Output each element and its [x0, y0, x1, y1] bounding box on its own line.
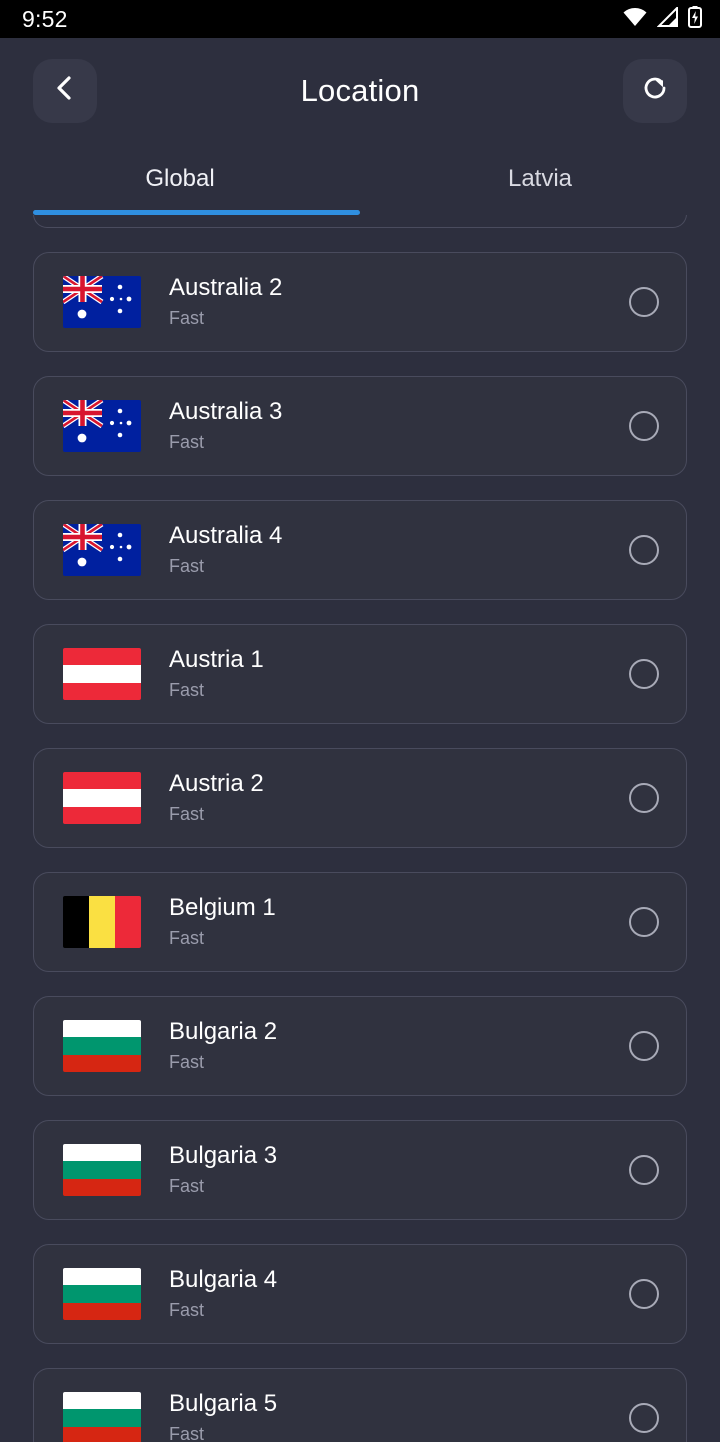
radio-button[interactable] — [629, 1031, 659, 1061]
battery-charging-icon — [688, 5, 702, 33]
refresh-button[interactable] — [623, 58, 687, 123]
list-item-text: Australia 3 Fast — [169, 397, 629, 455]
list-item-status: Fast — [169, 1300, 205, 1320]
chevron-left-icon — [50, 73, 80, 108]
list-item[interactable]: Bulgaria 4 Fast — [33, 1244, 687, 1344]
status-icon-group — [622, 5, 702, 33]
list-item[interactable]: Australia 2 Fast — [33, 252, 687, 352]
list-item-text: Bulgaria 2 Fast — [169, 1017, 629, 1075]
list-item-status: Fast — [169, 1052, 205, 1072]
list-item[interactable]: Australia 4 Fast — [33, 500, 687, 600]
back-button[interactable] — [33, 58, 97, 123]
radio-button[interactable] — [629, 1279, 659, 1309]
list-item-text: Belgium 1 Fast — [169, 893, 629, 951]
list-item-title: Austria 1 — [169, 646, 264, 673]
flag-icon — [63, 772, 141, 824]
list-item-title: Bulgaria 4 — [169, 1266, 278, 1293]
list-item-status: Fast — [169, 804, 205, 824]
radio-button[interactable] — [629, 907, 659, 937]
radio-button[interactable] — [629, 659, 659, 689]
list-item[interactable]: Bulgaria 5 Fast — [33, 1368, 687, 1442]
radio-button[interactable] — [629, 783, 659, 813]
list-item-text: Austria 1 Fast — [169, 645, 629, 703]
list-item[interactable]: Australia 3 Fast — [33, 376, 687, 476]
list-item-status: Fast — [169, 1176, 205, 1196]
list-item-title: Australia 2 — [169, 274, 283, 301]
radio-button[interactable] — [629, 287, 659, 317]
list-item-status: Fast — [169, 308, 205, 328]
tab-latvia[interactable]: Latvia — [360, 143, 720, 215]
list-item-text: Bulgaria 4 Fast — [169, 1265, 629, 1323]
flag-icon — [63, 1268, 141, 1320]
list-item-partial-above[interactable] — [33, 215, 687, 228]
list-item-status: Fast — [169, 1424, 205, 1442]
list-item-title: Australia 3 — [169, 398, 283, 425]
refresh-icon — [640, 73, 670, 108]
list-item-title: Austria 2 — [169, 770, 264, 797]
list-item[interactable]: Bulgaria 3 Fast — [33, 1120, 687, 1220]
list-item-title: Bulgaria 3 — [169, 1142, 278, 1169]
radio-button[interactable] — [629, 1403, 659, 1433]
status-bar: 9:52 — [0, 0, 720, 38]
list-item[interactable]: Belgium 1 Fast — [33, 872, 687, 972]
tab-bar: Global Latvia — [0, 143, 720, 215]
radio-button[interactable] — [629, 411, 659, 441]
page-title: Location — [300, 72, 420, 108]
flag-icon — [63, 1020, 141, 1072]
list-item-title: Bulgaria 5 — [169, 1390, 278, 1417]
flag-icon — [63, 524, 141, 576]
app-header: Location — [0, 38, 720, 143]
flag-icon — [63, 276, 141, 328]
list-item-status: Fast — [169, 680, 205, 700]
cellular-signal-icon — [656, 5, 679, 32]
list-item-title: Belgium 1 — [169, 894, 276, 921]
flag-icon — [63, 648, 141, 700]
list-item-text: Australia 2 Fast — [169, 273, 629, 331]
list-item-title: Bulgaria 2 — [169, 1018, 278, 1045]
flag-icon — [63, 400, 141, 452]
list-item[interactable]: Austria 1 Fast — [33, 624, 687, 724]
location-list[interactable]: Australia 2 Fast Australia 3 Fast Austra… — [0, 215, 720, 1442]
list-item-status: Fast — [169, 556, 205, 576]
list-item-text: Australia 4 Fast — [169, 521, 629, 579]
flag-icon — [63, 896, 141, 948]
list-item-text: Bulgaria 5 Fast — [169, 1389, 629, 1442]
list-item-status: Fast — [169, 928, 205, 948]
radio-button[interactable] — [629, 535, 659, 565]
list-item-text: Bulgaria 3 Fast — [169, 1141, 629, 1199]
list-item-status: Fast — [169, 432, 205, 452]
radio-button[interactable] — [629, 1155, 659, 1185]
list-item[interactable]: Austria 2 Fast — [33, 748, 687, 848]
tab-global[interactable]: Global — [0, 143, 360, 215]
status-time: 9:52 — [22, 5, 68, 32]
list-item-title: Australia 4 — [169, 522, 283, 549]
wifi-icon — [622, 7, 648, 32]
list-item-text: Austria 2 Fast — [169, 769, 629, 827]
flag-icon — [63, 1392, 141, 1442]
list-item[interactable]: Bulgaria 2 Fast — [33, 996, 687, 1096]
flag-icon — [63, 1144, 141, 1196]
